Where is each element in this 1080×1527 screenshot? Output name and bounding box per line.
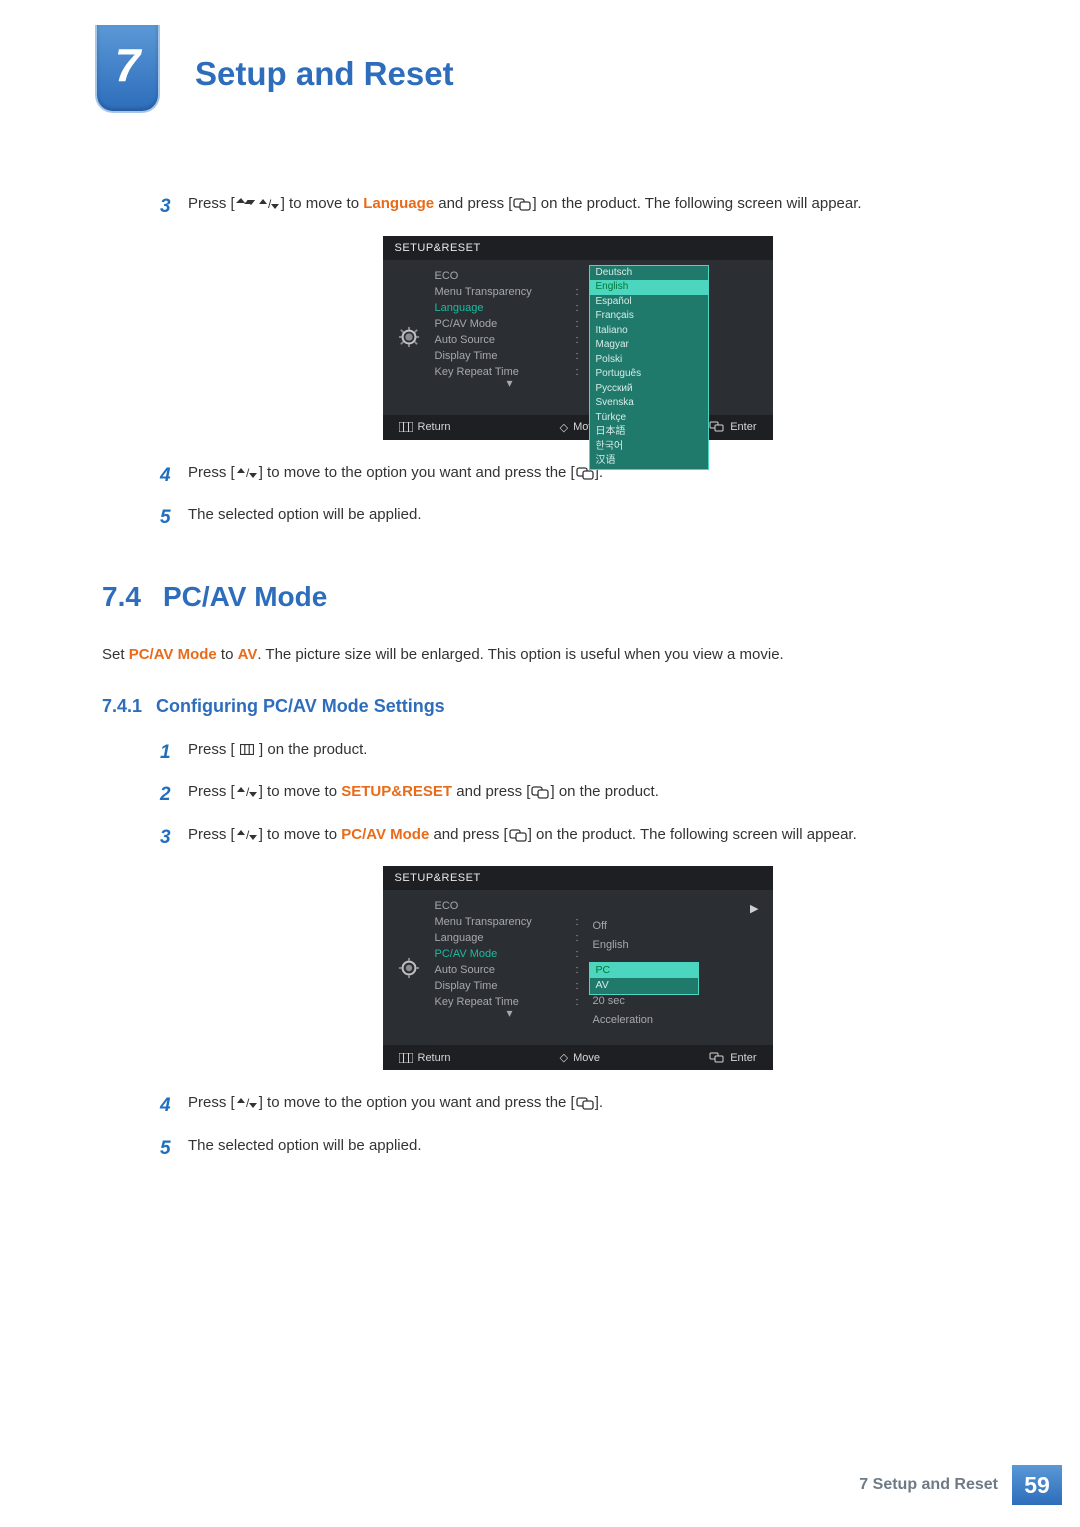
menu-icon xyxy=(399,422,413,432)
osd-item: Auto Source xyxy=(435,334,576,346)
body-paragraph: Set PC/AV Mode to AV. The picture size w… xyxy=(102,643,985,666)
updown-icon: / xyxy=(236,466,258,480)
menu-icon xyxy=(399,1053,413,1063)
arrow-right-icon: ▶ xyxy=(750,902,758,915)
step-b2: 2 Press [/] to move to SETUP&RESET and p… xyxy=(160,781,995,810)
gear-icon xyxy=(398,326,420,348)
gear-icon xyxy=(398,957,420,979)
enter-icon xyxy=(576,1096,594,1110)
enter-icon xyxy=(513,197,531,211)
updown-icon: / xyxy=(236,785,258,799)
page-number: 59 xyxy=(1012,1465,1062,1505)
enter-icon xyxy=(531,785,549,799)
diamond-icon: ◇ xyxy=(560,421,568,434)
step-b4: 4 Press [/] to move to the option you wa… xyxy=(160,1092,995,1121)
chevron-down-icon: ▾ xyxy=(435,1010,585,1017)
step-a5: 5 The selected option will be applied. xyxy=(160,504,995,533)
page-footer: 7 Setup and Reset 59 xyxy=(859,1465,1062,1505)
osd-item: ECO xyxy=(435,270,585,282)
diamond-icon: ◇ xyxy=(560,1051,568,1064)
updown-icon: / xyxy=(236,828,258,842)
updown-icon: / xyxy=(236,1096,258,1110)
step-text: Press [/] to move to Language and press … xyxy=(188,193,862,222)
updown-icon: / xyxy=(258,197,280,211)
content: 3 Press [/] to move to Language and pres… xyxy=(0,93,1080,1163)
step-b3: 3 Press [/] to move to PC/AV Mode and pr… xyxy=(160,824,995,853)
osd-title: SETUP&RESET xyxy=(383,236,773,260)
osd-item: Key Repeat Time xyxy=(435,366,576,378)
osd-item: Display Time xyxy=(435,350,576,362)
osd-value-col: Deutsch English Español Français Italian… xyxy=(585,260,773,415)
osd-footer: Return ◇Move Enter xyxy=(383,415,773,440)
osd-pcav: SETUP&RESET ECO Menu Transparency: Langu… xyxy=(383,866,773,1070)
chapter-number: 7 xyxy=(115,39,141,91)
osd-menu-list: ECO Menu Transparency: Language: PC/AV M… xyxy=(435,260,585,415)
section-heading: 7.4PC/AV Mode xyxy=(102,581,995,613)
pcav-dropdown: PC AV xyxy=(589,962,699,994)
enter-icon xyxy=(709,421,725,433)
osd-item: PC/AV Mode xyxy=(435,318,576,330)
subsection-heading: 7.4.1Configuring PC/AV Mode Settings xyxy=(102,696,995,717)
updown-icon xyxy=(236,198,256,210)
osd-item-selected: Language xyxy=(435,302,576,314)
page-header: 7 Setup and Reset xyxy=(0,0,1080,93)
enter-icon xyxy=(509,828,527,842)
footer-text: 7 Setup and Reset xyxy=(859,1476,998,1494)
chapter-badge: 7 xyxy=(95,25,160,113)
menu-icon xyxy=(240,744,254,755)
step-b5: 5 The selected option will be applied. xyxy=(160,1135,995,1164)
step-number: 3 xyxy=(160,193,188,222)
step-b1: 1 Press [ ] on the product. xyxy=(160,739,995,768)
step-a3: 3 Press [/] to move to Language and pres… xyxy=(160,193,995,222)
osd-gear-col xyxy=(383,260,435,415)
osd-language: SETUP&RESET ECO Menu Transparency: Langu… xyxy=(383,236,773,440)
chevron-down-icon: ▾ xyxy=(435,380,585,387)
enter-icon xyxy=(709,1052,725,1064)
step-a4: 4 Press [/] to move to the option you wa… xyxy=(160,462,995,491)
language-dropdown: Deutsch English Español Français Italian… xyxy=(589,265,709,470)
osd-item: Menu Transparency xyxy=(435,286,576,298)
highlight-language: Language xyxy=(363,195,434,212)
chapter-title: Setup and Reset xyxy=(195,30,1080,93)
